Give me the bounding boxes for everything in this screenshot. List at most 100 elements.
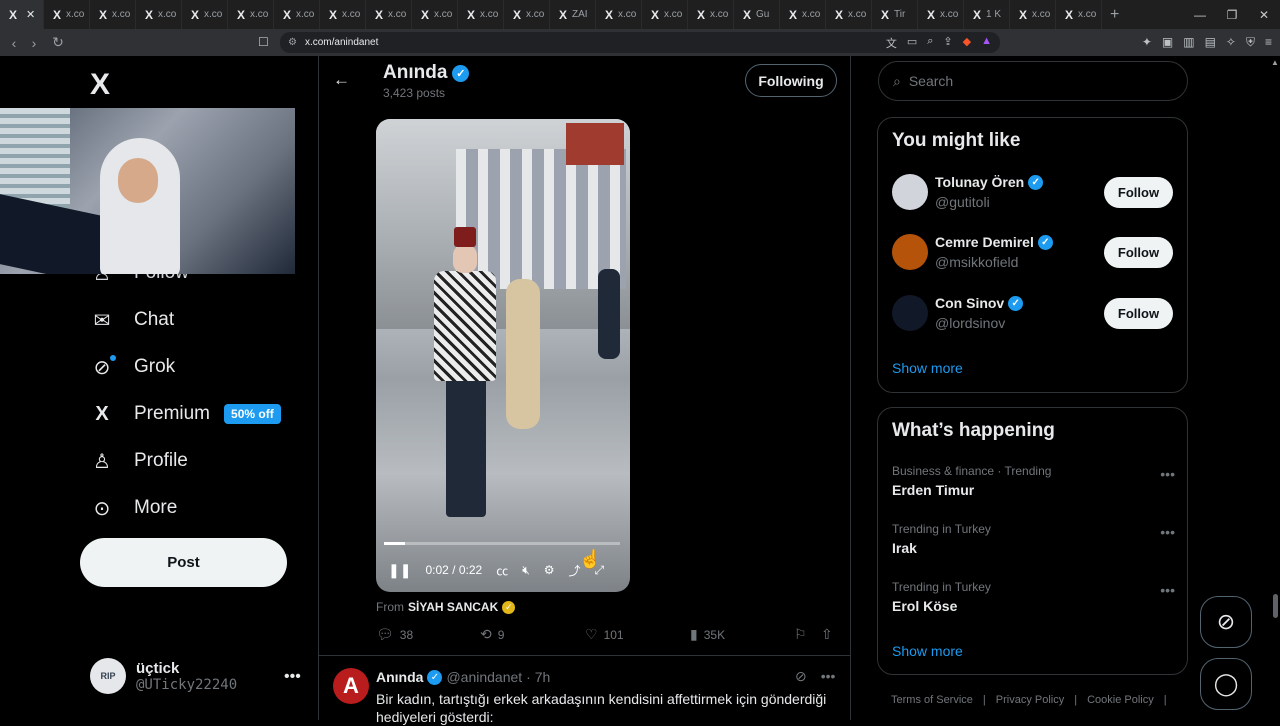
settings-icon[interactable]: ⚙ [544, 563, 555, 577]
maximize-icon[interactable]: ❐ [1216, 8, 1248, 22]
footer-link[interactable]: Cookie Policy [1087, 694, 1154, 706]
share-button[interactable]: ⇧ [821, 626, 833, 643]
show-more-link[interactable]: Show more [892, 360, 963, 376]
browser-tab[interactable]: Xx.co [44, 0, 90, 29]
following-button[interactable]: Following [745, 64, 837, 97]
tab-search-icon[interactable]: ▤ [1205, 35, 1216, 50]
video-progress-bar[interactable] [384, 542, 620, 545]
browser-tab[interactable]: Xx.co [274, 0, 320, 29]
account-switcher[interactable]: RIP üçtick @UTicky22240 [90, 658, 237, 694]
show-more-link[interactable]: Show more [892, 643, 963, 659]
scrollbar-thumb[interactable] [1273, 594, 1278, 618]
messages-fab[interactable]: ◯ [1200, 658, 1252, 710]
close-tab-icon[interactable]: ✕ [26, 8, 35, 21]
follow-button[interactable]: Follow [1104, 177, 1173, 208]
tweet-author[interactable]: Anında [376, 669, 423, 685]
nav-item-more[interactable]: ⊙ More [90, 496, 178, 520]
captions-icon[interactable]: ㏄ [496, 562, 508, 579]
more-icon[interactable]: ••• [1160, 582, 1175, 598]
browser-tab[interactable]: Xx.co [504, 0, 550, 29]
browser-tab[interactable]: Xx.co [918, 0, 964, 29]
nav-item-grok[interactable]: ⊘ Grok [90, 355, 175, 379]
repost-button[interactable]: ⟲ 9 [480, 626, 504, 643]
account-more-icon[interactable]: ••• [284, 668, 301, 686]
tweet[interactable]: A Anında ✓ @anindanet · 7h ⊘ ••• Bir kad… [319, 656, 850, 725]
browser-tab[interactable]: Xx.co [688, 0, 734, 29]
avatar[interactable] [892, 234, 928, 270]
zoom-icon[interactable]: ⌕ [927, 35, 933, 51]
brave-rewards-icon[interactable]: ▲ [981, 35, 992, 51]
source-name[interactable]: SİYAH SANCAK [408, 600, 498, 614]
menu-icon[interactable]: ≡ [1265, 35, 1272, 50]
nav-item-profile[interactable]: ♙ Profile [90, 449, 188, 473]
browser-tab[interactable]: Xx.co [596, 0, 642, 29]
browser-tab[interactable]: Xx.co [642, 0, 688, 29]
avatar[interactable] [892, 295, 928, 331]
sidebar-icon[interactable]: ▥ [1183, 35, 1194, 50]
browser-tab[interactable]: X 1 K [964, 0, 1010, 29]
tweet-time[interactable]: · 7h [526, 669, 550, 685]
browser-tab[interactable]: X ✕ [0, 0, 44, 29]
browser-tab[interactable]: Xx.co [412, 0, 458, 29]
share-icon[interactable]: ⇪ [943, 35, 952, 51]
leo-ai-icon[interactable]: ✧ [1226, 35, 1236, 50]
like-button[interactable]: ♡ 101 [585, 626, 624, 643]
back-nav-icon[interactable]: ‹ [4, 35, 24, 51]
avatar[interactable] [892, 174, 928, 210]
forward-nav-icon[interactable]: › [24, 35, 44, 51]
browser-tab[interactable]: Xx.co [826, 0, 872, 29]
close-window-icon[interactable]: ✕ [1248, 8, 1280, 22]
trend-item[interactable]: Trending in Turkey Erol Köse ••• [892, 580, 1175, 620]
browser-tab[interactable]: Xx.co [780, 0, 826, 29]
page-scrollbar[interactable]: ▲ [1270, 56, 1280, 720]
video-player[interactable]: ❚❚ 0:02 / 0:22 ㏄ 🔇︎ ⚙ ⤴ ⤢ ☝ [376, 119, 630, 592]
avatar[interactable]: A [333, 668, 369, 704]
address-bar[interactable]: ⚙ x.com/anindanet 文 ▭ ⌕ ⇪ ◆ ▲ [280, 32, 1000, 53]
search-input[interactable]: ⌕ Search [878, 61, 1188, 101]
grok-icon[interactable]: ⊘ [795, 668, 807, 685]
minimize-icon[interactable]: — [1184, 8, 1216, 22]
more-icon[interactable]: ••• [821, 668, 836, 685]
browser-tab[interactable]: Xx.co [458, 0, 504, 29]
translate-icon[interactable]: 文 [886, 35, 897, 51]
nav-item-chat[interactable]: ✉ Chat [90, 308, 175, 332]
post-button[interactable]: Post [80, 538, 287, 587]
suggestion-item[interactable]: Cemre Demirel ✓ @msikkofield Follow [892, 234, 1175, 278]
vpn-icon[interactable]: ⛨ [1246, 35, 1255, 50]
more-icon[interactable]: ••• [1160, 524, 1175, 540]
nav-item-premium[interactable]: X Premium 50% off [90, 402, 281, 426]
browser-tab[interactable]: Xx.co [228, 0, 274, 29]
site-info-icon[interactable]: ⚙ [288, 37, 297, 48]
browser-tab[interactable]: Xx.co [136, 0, 182, 29]
browser-tab[interactable]: Xx.co [320, 0, 366, 29]
x-logo[interactable]: X [90, 68, 110, 102]
views-button[interactable]: ▮ 35K [690, 626, 725, 643]
more-icon[interactable]: ••• [1160, 466, 1175, 482]
pause-icon[interactable]: ❚❚ [388, 562, 411, 579]
browser-tab[interactable]: Xx.co [1010, 0, 1056, 29]
footer-link[interactable]: Privacy Policy [996, 694, 1064, 706]
extensions-icon[interactable]: ✦ [1142, 35, 1152, 50]
suggestion-item[interactable]: Tolunay Ören ✓ @gutitoli Follow [892, 174, 1175, 218]
trend-item[interactable]: Trending in Turkey Irak ••• [892, 522, 1175, 562]
bookmark-page-icon[interactable]: ☐ [258, 35, 269, 49]
footer-link[interactable]: Terms of Service [891, 694, 973, 706]
wallet-icon[interactable]: ▣ [1162, 35, 1173, 50]
mute-icon[interactable]: 🔇︎ [522, 563, 530, 578]
tweet-handle[interactable]: @anindanet [446, 669, 522, 685]
grok-fab[interactable]: ⊘ [1200, 596, 1252, 648]
browser-tab[interactable]: X Gu [734, 0, 780, 29]
url-text[interactable]: x.com/anindanet [305, 37, 378, 48]
brave-shield-icon[interactable]: ◆ [963, 35, 971, 51]
bookmark-button[interactable]: ⚐ [794, 626, 807, 643]
browser-tab[interactable]: Xx.co [1056, 0, 1102, 29]
trend-item[interactable]: Business & finance · Trending Erden Timu… [892, 464, 1175, 504]
browser-tab[interactable]: Xx.co [182, 0, 228, 29]
browser-tab[interactable]: X Tir [872, 0, 918, 29]
browser-tab[interactable]: Xx.co [366, 0, 412, 29]
suggestion-item[interactable]: Con Sinov ✓ @lordsinov Follow [892, 295, 1175, 339]
browser-tab[interactable]: X ZAI [550, 0, 596, 29]
new-tab-button[interactable]: + [1110, 6, 1119, 24]
browser-tab[interactable]: Xx.co [90, 0, 136, 29]
cast-icon[interactable]: ▭ [907, 35, 917, 51]
